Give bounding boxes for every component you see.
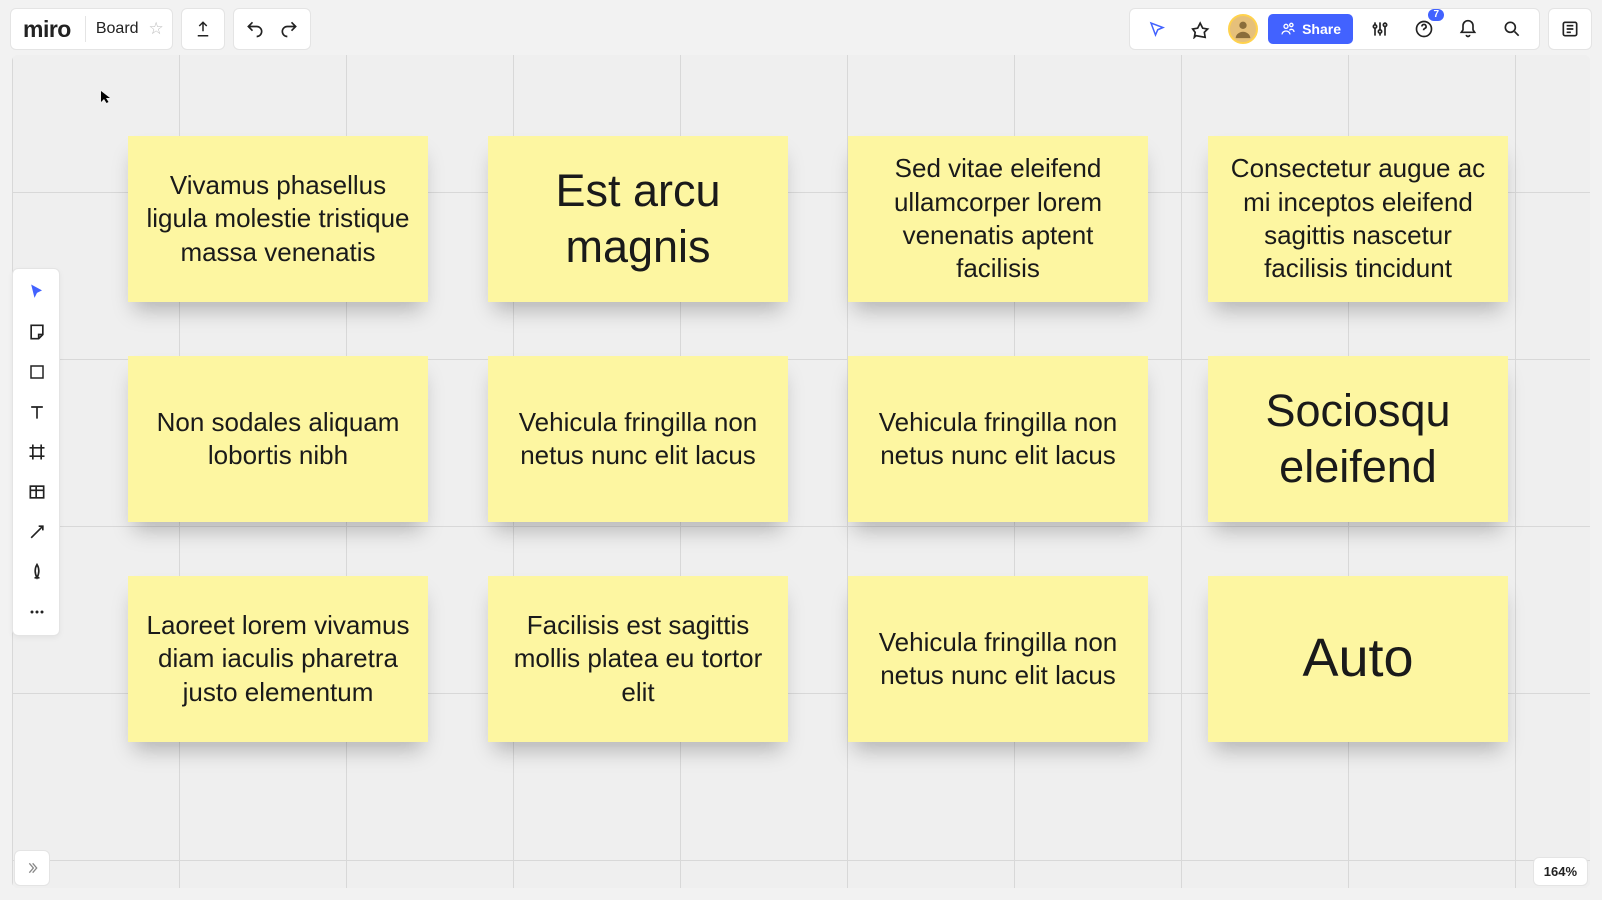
miro-logo[interactable]: miro: [19, 16, 77, 43]
sticky-note-text: Laoreet lorem vivamus diam iaculis phare…: [146, 609, 410, 709]
share-button[interactable]: Share: [1268, 14, 1353, 44]
sticky-note[interactable]: Sed vitae eleifend ullamcorper lorem ven…: [848, 136, 1148, 302]
sticky-note-text: Auto: [1302, 624, 1413, 693]
sticky-note-text: Vivamus phasellus ligula molestie tristi…: [146, 169, 410, 269]
undo-button[interactable]: [238, 12, 272, 46]
sticky-note-text: Sociosqu eleifend: [1226, 383, 1490, 496]
collab-group: Share: [1129, 8, 1540, 50]
sticky-note[interactable]: Vehicula fringilla non netus nunc elit l…: [488, 356, 788, 522]
help-icon[interactable]: [1407, 12, 1441, 46]
expand-panel-button[interactable]: [14, 850, 50, 886]
frame-tool[interactable]: [17, 433, 57, 471]
more-tools-icon[interactable]: [17, 593, 57, 631]
export-button[interactable]: [186, 12, 220, 46]
sticky-note[interactable]: Est arcu magnis: [488, 136, 788, 302]
table-tool[interactable]: [17, 473, 57, 511]
cursor-tool-icon[interactable]: [1140, 12, 1174, 46]
share-button-label: Share: [1302, 21, 1341, 37]
connection-line-tool[interactable]: [17, 513, 57, 551]
star-icon[interactable]: ☆: [149, 19, 164, 39]
reactions-icon[interactable]: [1184, 12, 1218, 46]
sticky-note-text: Non sodales aliquam lobortis nibh: [146, 406, 410, 473]
redo-button[interactable]: [272, 12, 306, 46]
board-title-group: miro Board ☆: [10, 8, 173, 50]
board-name[interactable]: Board: [94, 20, 141, 38]
zoom-level[interactable]: 164%: [1533, 857, 1588, 886]
notifications-icon[interactable]: [1451, 12, 1485, 46]
sticky-note[interactable]: Vivamus phasellus ligula molestie tristi…: [128, 136, 428, 302]
pen-tool[interactable]: [17, 553, 57, 591]
sticky-note[interactable]: Laoreet lorem vivamus diam iaculis phare…: [128, 576, 428, 742]
sticky-note-text: Vehicula fringilla non netus nunc elit l…: [866, 406, 1130, 473]
sticky-note[interactable]: Non sodales aliquam lobortis nibh: [128, 356, 428, 522]
select-tool[interactable]: [17, 273, 57, 311]
settings-icon[interactable]: [1363, 12, 1397, 46]
sticky-note-text: Facilisis est sagittis mollis platea eu …: [506, 609, 770, 709]
sticky-note-text: Consectetur augue ac mi inceptos eleifen…: [1226, 152, 1490, 285]
panel-toggle-group: [1548, 8, 1592, 50]
sticky-note[interactable]: Vehicula fringilla non netus nunc elit l…: [848, 576, 1148, 742]
sticky-note-text: Vehicula fringilla non netus nunc elit l…: [506, 406, 770, 473]
top-toolbar: miro Board ☆ Share: [10, 8, 1592, 50]
sticky-note-tool[interactable]: [17, 313, 57, 351]
divider: [85, 16, 86, 42]
left-toolbar: [12, 268, 60, 636]
text-tool[interactable]: [17, 393, 57, 431]
sticky-note[interactable]: Auto: [1208, 576, 1508, 742]
search-icon[interactable]: [1495, 12, 1529, 46]
undo-redo-group: [233, 8, 311, 50]
sticky-note[interactable]: Facilisis est sagittis mollis platea eu …: [488, 576, 788, 742]
sticky-note-text: Sed vitae eleifend ullamcorper lorem ven…: [866, 152, 1130, 285]
sticky-note[interactable]: Consectetur augue ac mi inceptos eleifen…: [1208, 136, 1508, 302]
sticky-note[interactable]: Sociosqu eleifend: [1208, 356, 1508, 522]
sticky-note[interactable]: Vehicula fringilla non netus nunc elit l…: [848, 356, 1148, 522]
user-avatar[interactable]: [1228, 14, 1258, 44]
export-group: [181, 8, 225, 50]
shape-tool[interactable]: [17, 353, 57, 391]
activity-panel-icon[interactable]: [1553, 12, 1587, 46]
sticky-note-text: Vehicula fringilla non netus nunc elit l…: [866, 626, 1130, 693]
sticky-note-text: Est arcu magnis: [506, 163, 770, 276]
